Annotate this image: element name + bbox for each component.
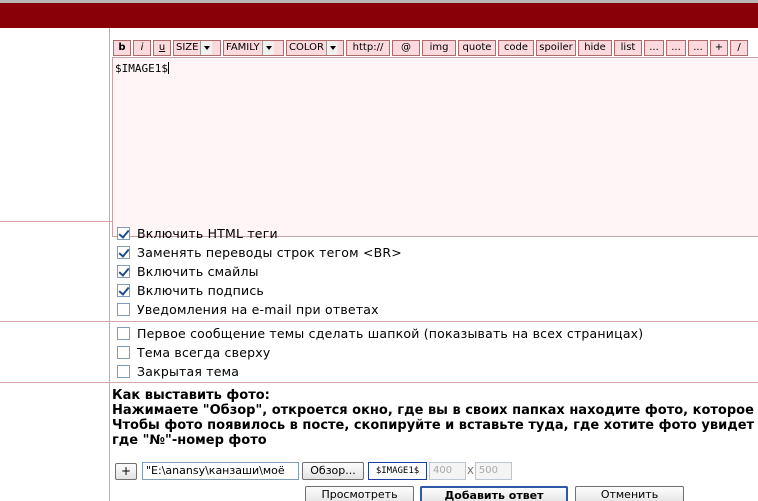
size-select-label: SIZE	[176, 42, 199, 53]
chevron-down-icon	[200, 41, 213, 55]
option-label: Включить HTML теги	[137, 226, 278, 241]
bbcode-toolbar: b i u SIZE FAMILY COLOR http:// @ img qu…	[113, 40, 748, 57]
option-sticky-topic[interactable]: Тема всегда сверху	[117, 343, 643, 362]
checkbox[interactable]	[117, 246, 130, 259]
option-closed-topic[interactable]: Закрытая тема	[117, 362, 643, 381]
photo-help-text: Как выставить фото: Нажимаете "Обзор", о…	[112, 388, 758, 448]
image-tag-field[interactable]: $IMAGE1$	[368, 462, 427, 480]
bold-button[interactable]: b	[113, 40, 131, 56]
option-email-notify[interactable]: Уведомления на e-mail при ответах	[117, 300, 402, 319]
left-label-column-topic-options	[0, 322, 110, 382]
url-button[interactable]: http://	[346, 40, 390, 56]
help-line: где "№"-номер фото	[112, 433, 267, 448]
chevron-down-icon	[261, 41, 274, 55]
option-label: Первое сообщение темы сделать шапкой (по…	[137, 326, 644, 341]
height-input[interactable]: 500	[474, 462, 512, 480]
option-pin-first-post[interactable]: Первое сообщение темы сделать шапкой (по…	[117, 324, 643, 343]
option-enable-smilies[interactable]: Включить смайлы	[117, 262, 402, 281]
file-path-input[interactable]: "E:\anansy\канзаши\моё	[142, 462, 299, 480]
topic-options: Первое сообщение темы сделать шапкой (по…	[117, 324, 643, 381]
more-button[interactable]: ...	[688, 40, 708, 56]
checkbox[interactable]	[117, 303, 130, 316]
email-button[interactable]: @	[392, 40, 420, 56]
help-line: Как выставить фото:	[112, 388, 270, 403]
width-input[interactable]: 400	[429, 462, 466, 480]
option-enable-signature[interactable]: Включить подпись	[117, 281, 402, 300]
font-family-select-label: FAMILY	[226, 42, 260, 53]
cancel-button[interactable]: Отменить	[575, 486, 684, 501]
color-select[interactable]: COLOR	[286, 40, 344, 56]
more-button[interactable]: ...	[666, 40, 686, 56]
checkbox[interactable]	[117, 265, 130, 278]
close-tag-button[interactable]: /	[730, 40, 748, 56]
checkbox[interactable]	[117, 284, 130, 297]
divider	[0, 321, 758, 322]
plus-button[interactable]: +	[710, 40, 728, 56]
hide-button[interactable]: hide	[578, 40, 612, 56]
color-select-label: COLOR	[289, 42, 324, 53]
checkbox[interactable]	[117, 227, 130, 240]
spoiler-button[interactable]: spoiler	[536, 40, 576, 56]
left-label-column-options	[0, 222, 110, 321]
dimension-separator: X	[467, 465, 474, 477]
quote-button[interactable]: quote	[458, 40, 496, 56]
font-family-select[interactable]: FAMILY	[223, 40, 284, 56]
message-textarea[interactable]: $IMAGE1$	[112, 57, 758, 237]
submit-reply-button[interactable]: Добавить ответ	[420, 486, 568, 501]
underline-button[interactable]: u	[153, 40, 171, 56]
option-label: Заменять переводы строк тегом <BR>	[137, 245, 402, 260]
left-label-column-editor	[0, 28, 110, 221]
option-label: Включить подпись	[137, 283, 264, 298]
preview-button[interactable]: Просмотреть	[305, 486, 414, 501]
list-button[interactable]: list	[614, 40, 642, 56]
left-label-column-upload	[0, 383, 110, 501]
post-options: Включить HTML теги Заменять переводы стр…	[117, 224, 402, 319]
text-caret	[167, 62, 169, 74]
post-editor: b i u SIZE FAMILY COLOR http:// @ img qu…	[111, 28, 758, 237]
italic-button[interactable]: i	[133, 40, 151, 56]
img-button[interactable]: img	[422, 40, 456, 56]
option-label: Уведомления на e-mail при ответах	[137, 302, 379, 317]
option-label: Тема всегда сверху	[137, 345, 271, 360]
option-enable-html[interactable]: Включить HTML теги	[117, 224, 402, 243]
photo-upload-row: + "E:\anansy\канзаши\моё Обзор... $IMAGE…	[115, 461, 512, 481]
help-line: Нажимаете "Обзор", откроется окно, где в…	[112, 403, 758, 418]
size-select[interactable]: SIZE	[173, 40, 221, 56]
code-button[interactable]: code	[498, 40, 534, 56]
checkbox[interactable]	[117, 327, 130, 340]
option-convert-br[interactable]: Заменять переводы строк тегом <BR>	[117, 243, 402, 262]
browse-button[interactable]: Обзор...	[302, 462, 364, 480]
message-text: $IMAGE1$	[115, 62, 168, 75]
checkbox[interactable]	[117, 365, 130, 378]
divider	[0, 382, 758, 383]
checkbox[interactable]	[117, 346, 130, 359]
help-line: Чтобы фото появилось в посте, скопируйте…	[112, 418, 755, 433]
chevron-down-icon	[325, 41, 338, 55]
more-button[interactable]: ...	[644, 40, 664, 56]
option-label: Закрытая тема	[137, 364, 240, 379]
header-bar	[0, 0, 758, 28]
add-upload-button[interactable]: +	[115, 462, 137, 480]
option-label: Включить смайлы	[137, 264, 259, 279]
